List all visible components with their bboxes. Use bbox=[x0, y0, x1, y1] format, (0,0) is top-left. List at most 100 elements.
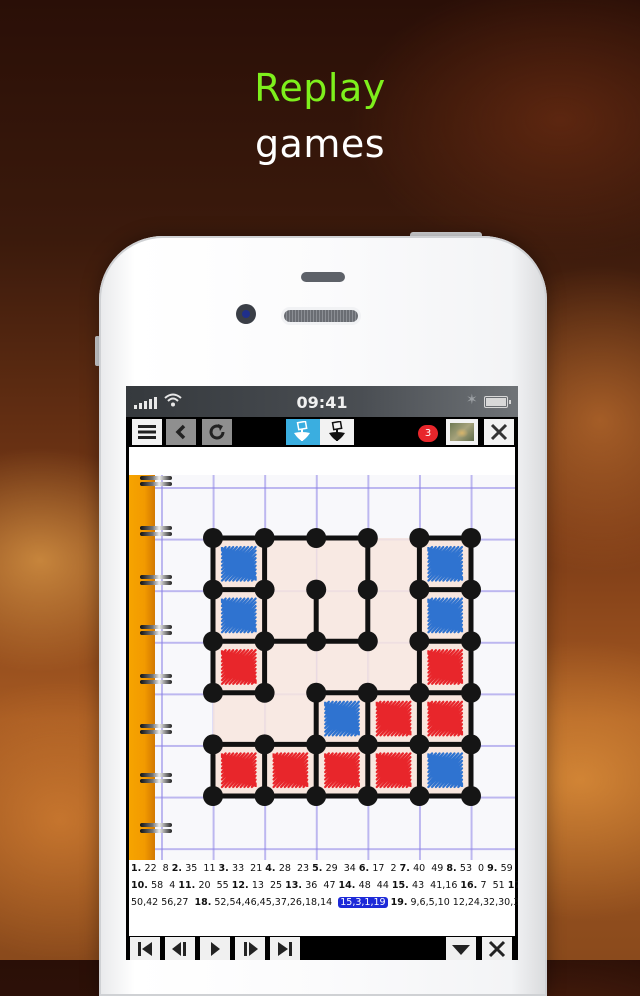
empty-box bbox=[316, 538, 368, 590]
grid-dot[interactable] bbox=[409, 734, 430, 755]
phone-camera bbox=[236, 304, 256, 324]
move-entry[interactable]: 22 8 bbox=[145, 863, 172, 874]
skip-to-end-button[interactable] bbox=[270, 937, 300, 960]
move-number: 13. bbox=[285, 880, 306, 891]
move-entry[interactable]: 59 57 bbox=[501, 863, 518, 874]
move-entry[interactable]: 35 11 bbox=[185, 863, 218, 874]
move-entry[interactable]: 33 21 bbox=[232, 863, 265, 874]
scribble-red bbox=[324, 752, 360, 789]
move-entry[interactable]: 43 41,16 bbox=[412, 880, 460, 891]
step-forward-button[interactable] bbox=[235, 937, 265, 960]
empty-box bbox=[264, 538, 317, 590]
grid-dot[interactable] bbox=[203, 631, 223, 652]
move-number: 4. bbox=[265, 863, 279, 874]
options-dropdown-button[interactable] bbox=[446, 937, 476, 960]
scribble-red bbox=[220, 752, 257, 789]
grid-dot[interactable] bbox=[203, 786, 223, 806]
scribble-blue bbox=[427, 545, 464, 582]
move-number: 5. bbox=[312, 863, 326, 874]
grid-dot[interactable] bbox=[461, 528, 481, 548]
grid-dot[interactable] bbox=[409, 786, 430, 806]
grid-dot[interactable] bbox=[306, 528, 327, 548]
step-back-icon bbox=[172, 941, 186, 956]
move-entry[interactable]: 48 44 bbox=[359, 880, 392, 891]
grid-dot[interactable] bbox=[306, 734, 327, 755]
move-entry[interactable]: 40 49 bbox=[413, 863, 446, 874]
grid-dot[interactable] bbox=[306, 786, 327, 806]
grid-dot[interactable] bbox=[461, 682, 481, 703]
grid-dot[interactable] bbox=[409, 528, 430, 548]
phone-sensor bbox=[301, 272, 345, 282]
scribble-blue bbox=[220, 545, 257, 582]
grid-dot[interactable] bbox=[203, 734, 223, 755]
grid-dot[interactable] bbox=[254, 786, 275, 806]
playback-bar bbox=[126, 936, 518, 960]
empty-box bbox=[367, 641, 420, 693]
current-move[interactable]: 15,3,1,19 bbox=[338, 897, 388, 908]
grid-dot[interactable] bbox=[357, 631, 378, 652]
scribble-red bbox=[427, 649, 464, 685]
step-back-button[interactable] bbox=[165, 937, 195, 960]
grid-dot[interactable] bbox=[461, 579, 481, 600]
grid-dot[interactable] bbox=[461, 631, 481, 652]
grid-dot[interactable] bbox=[306, 682, 327, 703]
grid-dot[interactable] bbox=[357, 786, 378, 806]
grid-dot[interactable] bbox=[254, 631, 275, 652]
move-number: 1. bbox=[131, 863, 145, 874]
grid-dot[interactable] bbox=[306, 631, 327, 652]
grid-dot[interactable] bbox=[357, 682, 378, 703]
promo-title-line1: Replay bbox=[254, 66, 386, 110]
move-entry[interactable]: 36 47 bbox=[305, 880, 338, 891]
grid-dot[interactable] bbox=[203, 579, 223, 600]
move-number: 18. bbox=[194, 897, 212, 908]
move-entry[interactable]: 28 23 bbox=[279, 863, 312, 874]
grid-dot[interactable] bbox=[306, 579, 327, 600]
move-number: 8. bbox=[446, 863, 460, 874]
move-entry[interactable]: 9,6,5,10 12,24,32,30,31,39,38 bbox=[410, 897, 518, 908]
close-replay-button[interactable] bbox=[482, 937, 512, 960]
move-entry[interactable]: 17 2 bbox=[372, 863, 399, 874]
grid-dot[interactable] bbox=[409, 579, 430, 600]
move-number: 3. bbox=[218, 863, 233, 874]
move-entry[interactable]: 29 34 bbox=[326, 863, 359, 874]
grid-dot[interactable] bbox=[357, 579, 378, 600]
empty-box bbox=[367, 538, 420, 590]
move-list-line: 50,42 56,27 18. 52,54,46,45,37,26,18,14 … bbox=[131, 894, 518, 911]
move-entry[interactable]: 53 0 bbox=[460, 863, 487, 874]
play-button[interactable] bbox=[200, 937, 230, 960]
move-number: 7. bbox=[399, 863, 414, 874]
move-number: 15. bbox=[391, 880, 413, 891]
skip-to-start-icon bbox=[138, 941, 152, 956]
move-number: 6. bbox=[358, 863, 373, 874]
grid-dot[interactable] bbox=[254, 734, 275, 755]
empty-box bbox=[213, 692, 265, 745]
move-entry[interactable]: 13 25 bbox=[252, 880, 285, 891]
empty-box bbox=[367, 589, 420, 642]
skip-to-start-button[interactable] bbox=[130, 937, 160, 960]
scribble-red bbox=[375, 700, 412, 737]
move-number: 16. bbox=[460, 880, 481, 891]
empty-box bbox=[264, 692, 317, 745]
move-list-line: 10. 58 4 11. 20 55 12. 13 25 13. 36 47 1… bbox=[131, 877, 518, 894]
grid-dot[interactable] bbox=[409, 682, 430, 703]
move-number: 17. bbox=[507, 880, 518, 891]
grid-dot[interactable] bbox=[203, 528, 223, 548]
move-entry[interactable]: 52,54,46,45,37,26,18,14 bbox=[214, 897, 332, 908]
move-entry[interactable]: 58 4 bbox=[151, 880, 178, 891]
grid-dot[interactable] bbox=[254, 682, 275, 703]
move-entry[interactable]: 7 51 bbox=[481, 880, 508, 891]
move-list: 1. 22 8 2. 35 11 3. 33 21 4. 28 23 5. 29… bbox=[129, 860, 518, 920]
play-icon bbox=[211, 941, 220, 956]
grid-dot[interactable] bbox=[461, 734, 481, 755]
grid-dot[interactable] bbox=[254, 579, 275, 600]
grid-dot[interactable] bbox=[203, 682, 223, 703]
empty-box bbox=[264, 589, 317, 642]
grid-dot[interactable] bbox=[357, 734, 378, 755]
move-entry[interactable]: 20 55 bbox=[198, 880, 231, 891]
move-entry[interactable]: 50,42 56,27 bbox=[131, 897, 188, 908]
grid-dot[interactable] bbox=[357, 528, 378, 548]
skip-to-end-icon bbox=[278, 941, 292, 956]
grid-dot[interactable] bbox=[254, 528, 275, 548]
grid-dot[interactable] bbox=[461, 786, 481, 806]
grid-dot[interactable] bbox=[409, 631, 430, 652]
